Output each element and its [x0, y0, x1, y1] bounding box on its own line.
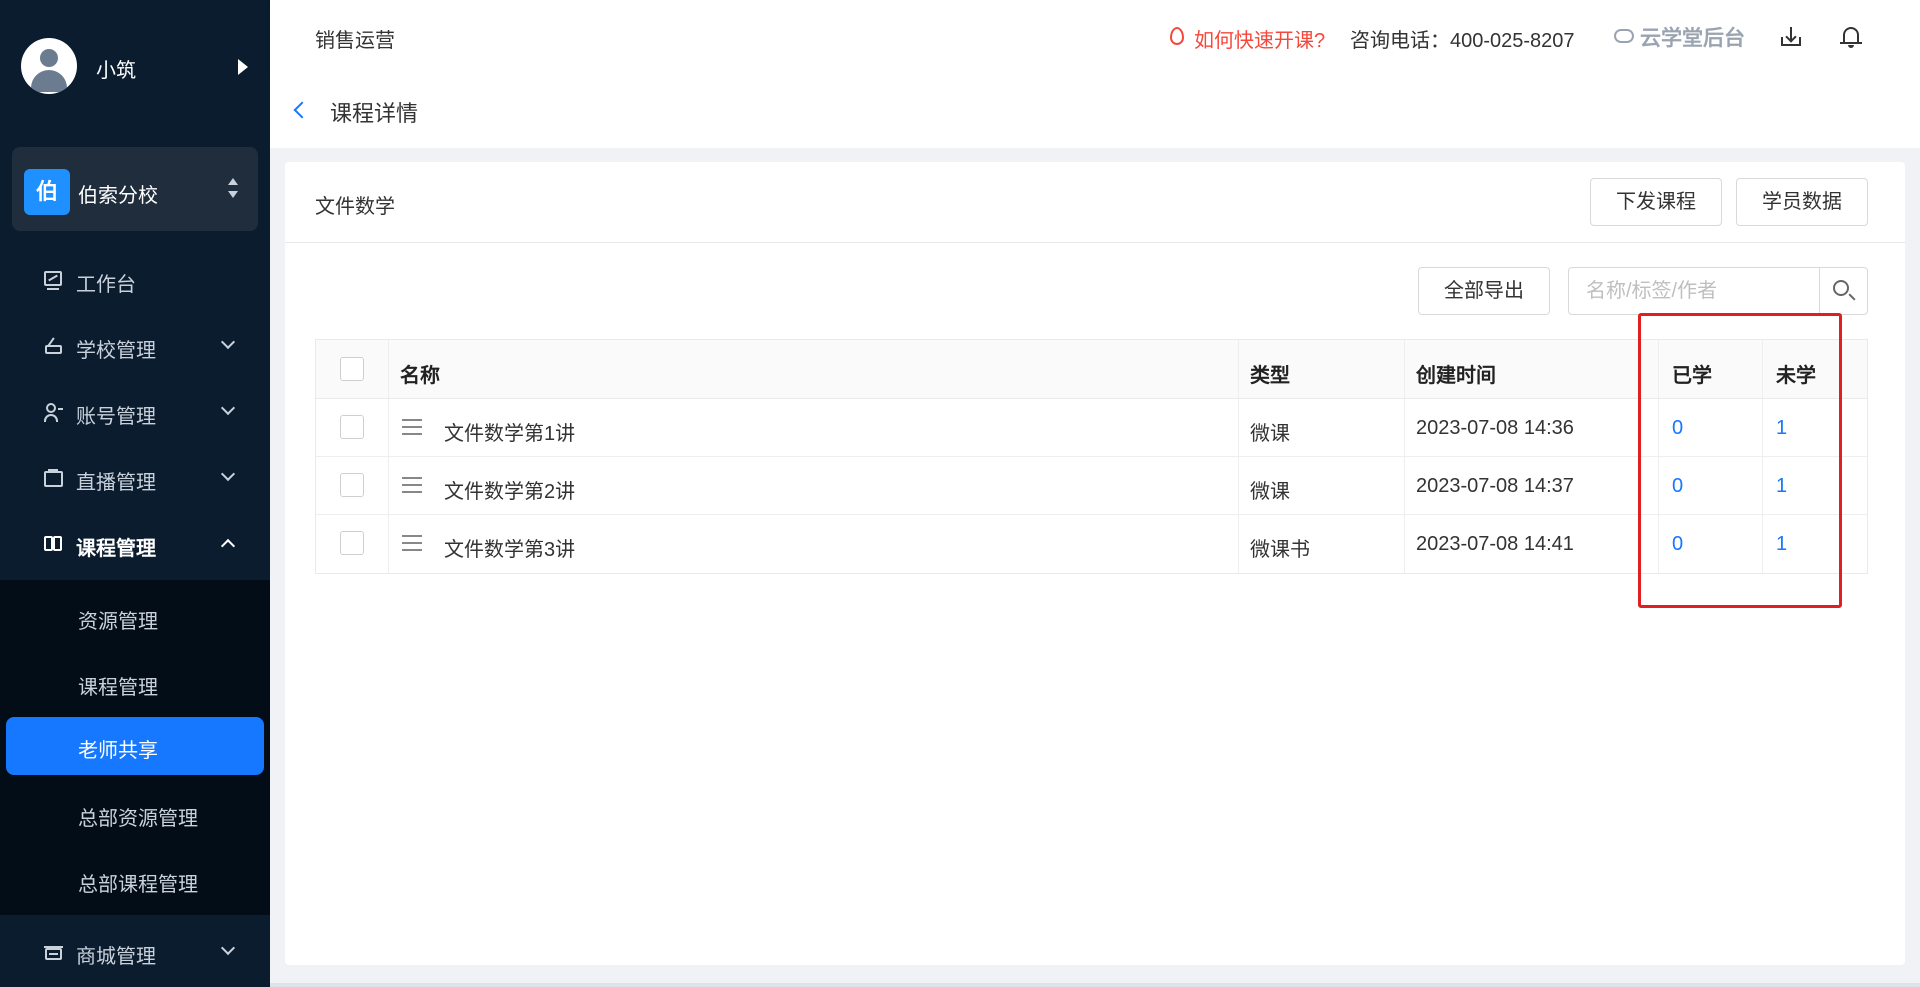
quick-start-link[interactable]: 如何快速开课?	[1194, 24, 1325, 53]
table-header: 名称 类型 创建时间 已学 未学	[316, 340, 1867, 399]
submenu-item-resources[interactable]: 资源管理	[0, 588, 270, 646]
lesson-name: 文件数学第1讲	[444, 423, 576, 445]
issue-course-button[interactable]: 下发课程	[1590, 178, 1722, 226]
submenu-item-hq-courses[interactable]: 总部课程管理	[0, 851, 270, 909]
avatar	[21, 38, 77, 94]
consult-phone: 咨询电话：400-025-8207	[1350, 30, 1575, 52]
annotation-highlight-box	[1638, 313, 1842, 608]
users-icon	[44, 402, 64, 422]
user-profile[interactable]: 小筑	[0, 0, 270, 136]
live-icon	[44, 468, 64, 488]
sidebar-item-accounts[interactable]: 账号管理	[0, 382, 270, 442]
student-data-button[interactable]: 学员数据	[1736, 178, 1868, 226]
sort-toggle-icon[interactable]	[226, 178, 240, 202]
search-icon[interactable]	[1819, 268, 1867, 314]
brand-logo-icon	[1614, 29, 1634, 43]
back-arrow-icon[interactable]	[293, 101, 311, 119]
sidebar-item-store[interactable]: 商城管理	[0, 922, 270, 982]
dashboard-icon	[44, 270, 64, 290]
search-box	[1568, 267, 1868, 315]
download-icon[interactable]	[1780, 26, 1802, 48]
user-name: 小筑	[96, 60, 136, 82]
breadcrumb: 课程详情	[270, 72, 1920, 148]
header-name: 名称	[400, 365, 440, 387]
header-type: 类型	[1250, 365, 1290, 387]
school-badge: 伯	[24, 169, 70, 215]
drag-handle-icon[interactable]	[402, 419, 422, 435]
chevron-down-icon	[220, 466, 236, 482]
course-title: 文件数学	[315, 196, 395, 218]
lesson-name: 文件数学第2讲	[444, 481, 576, 503]
drag-handle-icon[interactable]	[402, 477, 422, 493]
school-switcher[interactable]: 伯 伯索分校	[12, 147, 258, 231]
top-header: 销售运营 如何快速开课? 咨询电话：400-025-8207 云学堂后台	[270, 0, 1920, 72]
sidebar-item-workbench[interactable]: 工作台	[0, 250, 270, 310]
lesson-type: 微课	[1250, 481, 1290, 503]
store-icon	[44, 942, 64, 962]
bottom-border	[270, 983, 1920, 987]
submenu-item-courses[interactable]: 课程管理	[0, 654, 270, 712]
lesson-type: 微课	[1250, 423, 1290, 445]
sidebar-item-courses[interactable]: 课程管理	[0, 514, 270, 574]
header-title: 销售运营	[315, 30, 395, 52]
lesson-type: 微课书	[1250, 539, 1310, 561]
export-all-button[interactable]: 全部导出	[1418, 267, 1550, 315]
lessons-table: 名称 类型 创建时间 已学 未学 文件数学第1讲 微课 2023-07-08 1…	[315, 339, 1868, 574]
table-row[interactable]: 文件数学第1讲 微课 2023-07-08 14:36 0 1	[316, 399, 1867, 457]
submenu-item-hq-resources[interactable]: 总部资源管理	[0, 785, 270, 843]
chevron-down-icon	[220, 940, 236, 956]
sidebar: 小筑 伯 伯索分校 工作台 学校管理 账号管理 直播管理 课程管理 资源管理 课…	[0, 0, 270, 987]
sidebar-item-live[interactable]: 直播管理	[0, 448, 270, 508]
lesson-name: 文件数学第3讲	[444, 539, 576, 561]
lesson-created: 2023-07-08 14:36	[1416, 417, 1574, 439]
book-icon	[44, 534, 64, 554]
search-input[interactable]	[1570, 269, 1818, 313]
header-created: 创建时间	[1416, 365, 1496, 387]
table-row[interactable]: 文件数学第3讲 微课书 2023-07-08 14:41 0 1	[316, 515, 1867, 573]
submenu-item-teacher-share[interactable]: 老师共享	[6, 717, 264, 775]
chevron-up-icon	[220, 538, 236, 554]
drag-handle-icon[interactable]	[402, 535, 422, 551]
row-checkbox[interactable]	[340, 415, 364, 439]
page-title: 课程详情	[330, 101, 419, 126]
row-checkbox[interactable]	[340, 531, 364, 555]
row-checkbox[interactable]	[340, 473, 364, 497]
bell-icon[interactable]	[1840, 25, 1862, 49]
chevron-down-icon	[220, 400, 236, 416]
table-row[interactable]: 文件数学第2讲 微课 2023-07-08 14:37 0 1	[316, 457, 1867, 515]
sidebar-item-school[interactable]: 学校管理	[0, 316, 270, 376]
chevron-down-icon	[220, 334, 236, 350]
school-name: 伯索分校	[78, 185, 158, 207]
courses-submenu: 资源管理 课程管理 老师共享 总部资源管理 总部课程管理	[0, 580, 270, 915]
school-icon	[44, 336, 64, 356]
lesson-created: 2023-07-08 14:41	[1416, 533, 1574, 555]
lesson-created: 2023-07-08 14:37	[1416, 475, 1574, 497]
brand-name: 云学堂后台	[1640, 27, 1745, 50]
select-all-checkbox[interactable]	[340, 357, 364, 381]
fire-icon	[1170, 27, 1184, 45]
card-header: 文件数学 下发课程 学员数据	[285, 162, 1905, 243]
caret-right-icon[interactable]	[238, 59, 248, 75]
